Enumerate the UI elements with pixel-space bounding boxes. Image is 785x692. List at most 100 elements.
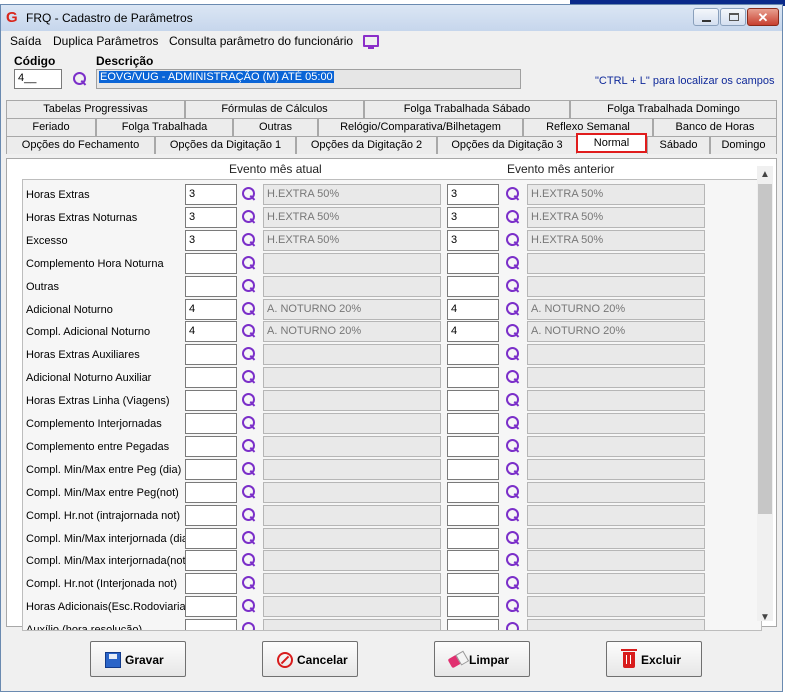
current-event-search-icon[interactable] bbox=[241, 346, 257, 362]
save-button[interactable]: Gravar bbox=[90, 641, 186, 677]
tab-opcoes-digitacao-1[interactable]: Opções da Digitação 1 bbox=[155, 136, 296, 154]
tab-relogio-comparativa[interactable]: Relógio/Comparativa/Bilhetagem bbox=[318, 118, 523, 136]
previous-event-code-field[interactable]: 3 bbox=[447, 184, 499, 205]
current-event-search-icon[interactable] bbox=[241, 232, 257, 248]
current-event-code-field[interactable]: 3 bbox=[185, 229, 237, 251]
current-event-code-field[interactable] bbox=[185, 527, 237, 549]
tab-banco-de-horas[interactable]: Banco de Horas bbox=[653, 118, 777, 136]
previous-event-search-icon[interactable] bbox=[505, 369, 521, 385]
tab-outras[interactable]: Outras bbox=[233, 118, 318, 136]
current-event-code-field[interactable] bbox=[185, 413, 237, 434]
menu-saida[interactable]: Saída bbox=[10, 34, 41, 48]
previous-event-code-field[interactable] bbox=[447, 527, 499, 549]
previous-event-code-field[interactable] bbox=[447, 504, 499, 526]
previous-event-code-field[interactable] bbox=[447, 435, 499, 457]
current-event-code-field[interactable]: 4 bbox=[185, 298, 237, 320]
current-event-search-icon[interactable] bbox=[241, 621, 257, 630]
previous-event-search-icon[interactable] bbox=[505, 323, 521, 339]
current-event-search-icon[interactable] bbox=[241, 598, 257, 614]
maximize-button[interactable] bbox=[720, 8, 746, 26]
codigo-search-icon[interactable] bbox=[72, 71, 88, 87]
current-event-search-icon[interactable] bbox=[241, 209, 257, 225]
tab-folga-trabalhada[interactable]: Folga Trabalhada bbox=[96, 118, 233, 136]
previous-event-search-icon[interactable] bbox=[505, 598, 521, 614]
previous-event-code-field[interactable]: 3 bbox=[447, 206, 499, 228]
current-event-code-field[interactable] bbox=[185, 504, 237, 526]
current-event-search-icon[interactable] bbox=[241, 552, 257, 568]
previous-event-code-field[interactable]: 4 bbox=[447, 321, 499, 343]
menu-consulta-parametro[interactable]: Consulta parâmetro do funcionário bbox=[169, 34, 353, 48]
scroll-up-icon[interactable]: ▲ bbox=[757, 166, 773, 183]
previous-event-search-icon[interactable] bbox=[505, 484, 521, 500]
previous-event-search-icon[interactable] bbox=[505, 552, 521, 568]
tab-normal[interactable]: Normal bbox=[576, 133, 647, 153]
current-event-code-field[interactable] bbox=[185, 367, 237, 389]
previous-event-code-field[interactable] bbox=[447, 275, 499, 297]
current-event-code-field[interactable] bbox=[185, 619, 237, 630]
current-event-search-icon[interactable] bbox=[241, 438, 257, 454]
current-event-search-icon[interactable] bbox=[241, 186, 257, 202]
current-event-code-field[interactable] bbox=[185, 458, 237, 480]
scroll-thumb[interactable] bbox=[758, 184, 772, 514]
previous-event-search-icon[interactable] bbox=[505, 186, 521, 202]
current-event-search-icon[interactable] bbox=[241, 278, 257, 294]
current-event-code-field[interactable] bbox=[185, 481, 237, 503]
previous-event-search-icon[interactable] bbox=[505, 530, 521, 546]
previous-event-code-field[interactable] bbox=[447, 458, 499, 480]
previous-event-search-icon[interactable] bbox=[505, 278, 521, 294]
tab-folga-trabalhada-sabado[interactable]: Folga Trabalhada Sábado bbox=[364, 100, 570, 118]
current-event-code-field[interactable]: 3 bbox=[185, 184, 237, 205]
tab-opcoes-digitacao-3[interactable]: Opções da Digitação 3 bbox=[437, 136, 577, 154]
tab-folga-trabalhada-domingo[interactable]: Folga Trabalhada Domingo bbox=[570, 100, 777, 118]
current-event-search-icon[interactable] bbox=[241, 369, 257, 385]
current-event-search-icon[interactable] bbox=[241, 461, 257, 477]
current-event-search-icon[interactable] bbox=[241, 507, 257, 523]
previous-event-code-field[interactable] bbox=[447, 413, 499, 434]
codigo-field[interactable]: 4__ bbox=[14, 69, 62, 89]
tab-opcoes-fechamento[interactable]: Opções do Fechamento bbox=[6, 136, 155, 154]
current-event-code-field[interactable] bbox=[185, 573, 237, 595]
previous-event-code-field[interactable]: 4 bbox=[447, 298, 499, 320]
current-event-code-field[interactable] bbox=[185, 275, 237, 297]
previous-event-search-icon[interactable] bbox=[505, 232, 521, 248]
current-event-search-icon[interactable] bbox=[241, 392, 257, 408]
close-button[interactable]: ✕ bbox=[747, 8, 779, 26]
current-event-search-icon[interactable] bbox=[241, 484, 257, 500]
previous-event-code-field[interactable] bbox=[447, 367, 499, 389]
previous-event-code-field[interactable] bbox=[447, 619, 499, 630]
previous-event-code-field[interactable] bbox=[447, 390, 499, 412]
previous-event-search-icon[interactable] bbox=[505, 438, 521, 454]
minimize-button[interactable] bbox=[693, 8, 719, 26]
tab-opcoes-digitacao-2[interactable]: Opções da Digitação 2 bbox=[296, 136, 437, 154]
clear-button[interactable]: Limpar bbox=[434, 641, 530, 677]
tab-domingo[interactable]: Domingo bbox=[710, 136, 777, 154]
current-event-code-field[interactable]: 3 bbox=[185, 206, 237, 228]
previous-event-search-icon[interactable] bbox=[505, 255, 521, 271]
current-event-code-field[interactable] bbox=[185, 390, 237, 412]
current-event-search-icon[interactable] bbox=[241, 323, 257, 339]
tab-formulas-calculos[interactable]: Fórmulas de Cálculos bbox=[185, 100, 364, 118]
menu-duplica-parametros[interactable]: Duplica Parâmetros bbox=[53, 34, 158, 48]
current-event-code-field[interactable]: 4 bbox=[185, 321, 237, 343]
previous-event-search-icon[interactable] bbox=[505, 507, 521, 523]
tab-feriado[interactable]: Feriado bbox=[6, 118, 96, 136]
previous-event-code-field[interactable] bbox=[447, 252, 499, 274]
previous-event-code-field[interactable] bbox=[447, 573, 499, 595]
monitor-icon[interactable] bbox=[363, 35, 379, 49]
previous-event-search-icon[interactable] bbox=[505, 461, 521, 477]
current-event-code-field[interactable] bbox=[185, 550, 237, 572]
current-event-code-field[interactable] bbox=[185, 344, 237, 366]
delete-button[interactable]: Excluir bbox=[606, 641, 702, 677]
current-event-search-icon[interactable] bbox=[241, 255, 257, 271]
previous-event-code-field[interactable] bbox=[447, 344, 499, 366]
previous-event-code-field[interactable] bbox=[447, 596, 499, 618]
scroll-down-icon[interactable]: ▼ bbox=[757, 609, 773, 626]
previous-event-code-field[interactable] bbox=[447, 481, 499, 503]
tab-sabado[interactable]: Sábado bbox=[647, 136, 710, 154]
descricao-field[interactable]: EOVG/VUG - ADMINISTRAÇÃO (M) ATÉ 05:00 bbox=[96, 69, 521, 89]
previous-event-search-icon[interactable] bbox=[505, 575, 521, 591]
tab-tabelas-progressivas[interactable]: Tabelas Progressivas bbox=[6, 100, 185, 118]
previous-event-code-field[interactable] bbox=[447, 550, 499, 572]
cancel-button[interactable]: Cancelar bbox=[262, 641, 358, 677]
previous-event-search-icon[interactable] bbox=[505, 346, 521, 362]
